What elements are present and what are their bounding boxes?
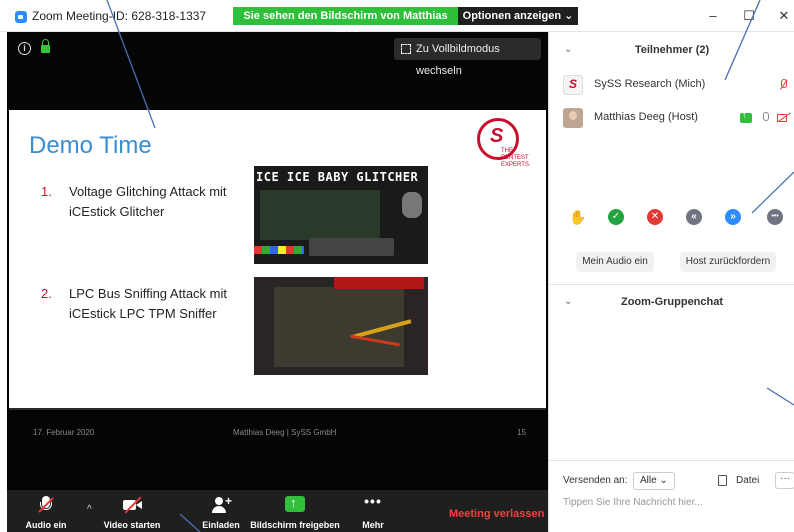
chat-message-input[interactable] [563,494,789,510]
slide-date: 17. Februar 2020 [33,428,95,437]
muted-microphone-icon [37,496,55,514]
participant-name: SySS Research (Mich) [594,78,706,90]
minimize-button[interactable]: – [705,8,721,23]
window-title: Zoom Meeting-ID: 628-318-1337 [32,9,207,23]
zoom-logo-icon [15,11,27,23]
file-button[interactable]: Datei [736,475,759,486]
encryption-lock-icon[interactable] [41,39,50,53]
audio-label: Audio ein [25,520,67,530]
zoom-window: Zoom Meeting-ID: 628-318-1337 Sie sehen … [0,0,794,532]
meeting-info-icon[interactable]: i [18,42,31,55]
share-screen-button[interactable]: Bildschirm freigeben [250,490,340,532]
maximize-button[interactable]: ☐ [741,8,757,24]
close-button[interactable]: ✕ [776,8,792,24]
raise-hand-icon[interactable]: ✋ [569,209,586,225]
audio-options-caret-icon[interactable]: ^ [87,504,92,515]
video-label: Video starten [103,520,161,530]
lpc-sniffer-photo [254,277,428,375]
slide-list-item: 1. Voltage Glitching Attack mit iCEstick… [41,182,251,226]
slide-page-number: 15 [517,428,526,437]
stage-divider [9,408,546,410]
slide-list-item: 2. LPC Bus Sniffing Attack mit iCEstick … [41,284,251,328]
panel-separator [549,460,794,461]
add-participant-icon: + [212,495,232,514]
syss-logo: S THE PENTEST EXPERTS. [477,118,539,168]
share-label: Bildschirm freigeben [250,520,340,530]
mic-muted-icon [779,79,789,91]
go-faster-icon[interactable]: » [725,209,741,225]
presentation-slide: Demo Time S THE PENTEST EXPERTS. 1. Volt… [9,110,546,437]
go-slower-icon[interactable]: « [686,209,702,225]
item-number: 1. [41,184,52,199]
logo-mark: S [490,125,504,147]
recipient-select[interactable]: Alle ⌄ [633,472,675,490]
shared-screen-area: i Zu Vollbildmodus wechseln Demo Time S … [7,32,548,490]
file-icon[interactable] [718,475,727,486]
screen-sharing-icon [740,110,752,123]
chat-more-button[interactable]: ··· [775,472,794,489]
invite-label: Einladen [202,520,240,530]
avatar [563,108,583,128]
more-button[interactable]: ••• Mehr [355,490,391,532]
yes-icon[interactable]: ✓ [608,209,624,225]
more-feedback-icon[interactable]: ••• [767,209,783,225]
view-options-button[interactable]: Optionen anzeigen ⌄ [458,7,578,25]
share-screen-icon [285,495,305,512]
participant-row[interactable]: SySS Research (Mich) [563,74,793,96]
participant-row[interactable]: Matthias Deeg (Host) [563,107,793,129]
meeting-toolbar: Audio ein ^ Video starten + Einladen Bil… [7,490,548,532]
video-off-icon [777,112,791,123]
item-text: LPC Bus Sniffing Attack mit iCEstick LPC… [69,286,227,321]
mic-icon [762,112,770,124]
fullscreen-button[interactable]: Zu Vollbildmodus wechseln [394,38,541,77]
glitcher-screenshot: ICE ICE BABY GLITCHER [254,166,428,264]
audio-button[interactable]: Audio ein [15,490,77,532]
send-to-label: Versenden an: [563,475,628,486]
participant-name: Matthias Deeg (Host) [594,111,698,123]
reclaim-host-button[interactable]: Host zurückfordern [680,252,776,272]
glitcher-banner-text: ICE ICE BABY GLITCHER [256,170,419,184]
slide-author: Matthias Deeg | SySS GmbH [233,428,337,437]
start-video-button[interactable]: Video starten [101,490,163,532]
invite-button[interactable]: + Einladen [199,490,243,532]
audio-on-button[interactable]: Mein Audio ein [576,252,654,272]
avatar [563,75,583,95]
side-panel: ⌄ Teilnehmer (2) SySS Research (Mich) Ma… [548,32,794,532]
title-bar: Zoom Meeting-ID: 628-318-1337 Sie sehen … [0,0,794,40]
panel-separator [549,284,794,285]
fullscreen-label: Zu Vollbildmodus wechseln [416,43,500,77]
slide-title: Demo Time [29,132,152,159]
no-icon[interactable]: ✕ [647,209,663,225]
logo-tagline: THE PENTEST EXPERTS. [501,148,531,168]
item-text: Voltage Glitching Attack mit iCEstick Gl… [69,184,227,219]
screen-share-banner: Sie sehen den Bildschirm von Matthias De… [233,7,458,40]
fullscreen-icon [401,44,411,54]
participants-header: Teilnehmer (2) [634,44,710,56]
nonverbal-feedback-bar: ✋ ✓ ✕ « » ••• [549,209,794,233]
video-off-icon [123,496,142,514]
more-dots-icon: ••• [364,493,382,509]
chat-send-row: Versenden an: Alle ⌄ Datei ··· [563,472,794,490]
chat-header: Zoom-Gruppenchat [620,296,724,308]
leave-meeting-button[interactable]: Meeting verlassen [449,508,544,520]
more-label: Mehr [362,520,384,530]
item-number: 2. [41,286,52,301]
